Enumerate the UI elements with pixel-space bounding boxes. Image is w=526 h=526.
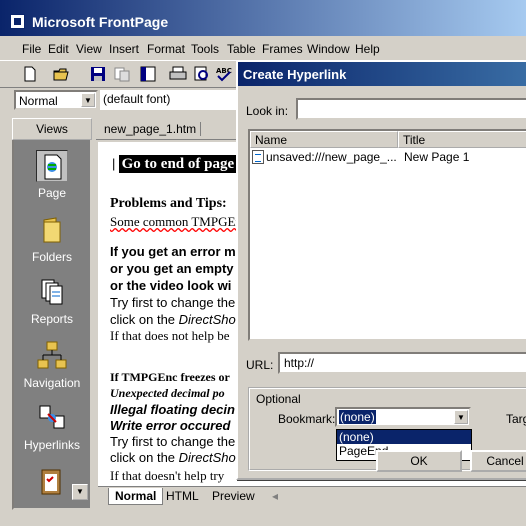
try1-line1: Try first to change the bbox=[110, 295, 236, 310]
menu-insert[interactable]: Insert bbox=[109, 42, 139, 56]
view-navigation[interactable]: Navigation bbox=[12, 340, 92, 390]
menu-tools[interactable]: Tools bbox=[191, 42, 219, 56]
bookmark-label: Bookmark: bbox=[278, 412, 336, 426]
folder-icon bbox=[36, 214, 68, 246]
ok-button[interactable]: OK bbox=[376, 450, 462, 472]
page-view-icon bbox=[36, 150, 68, 182]
view-reports-label: Reports bbox=[30, 312, 74, 326]
intro-text: Some common TMPGEnc bbox=[110, 214, 248, 230]
menu-file[interactable]: File bbox=[22, 42, 41, 56]
dialog-title: Create Hyperlink bbox=[238, 62, 526, 86]
q1-line3: or the video look wi bbox=[110, 278, 232, 293]
list-item[interactable]: unsaved:///new_page_... New Page 1 bbox=[252, 150, 469, 164]
chevron-down-icon[interactable]: ▼ bbox=[81, 93, 95, 107]
menu-format[interactable]: Format bbox=[147, 42, 185, 56]
app-title: Microsoft FrontPage bbox=[32, 14, 169, 30]
list-item-name: unsaved:///new_page_... bbox=[266, 150, 397, 164]
view-hyperlinks[interactable]: Hyperlinks bbox=[12, 402, 92, 452]
print-icon[interactable] bbox=[168, 65, 188, 83]
tab-scroll-left-icon[interactable]: ◂ bbox=[266, 488, 284, 504]
optional-label: Optional bbox=[254, 392, 303, 406]
view-hyperlinks-label: Hyperlinks bbox=[23, 438, 80, 452]
section-title: Problems and Tips: bbox=[110, 196, 227, 211]
views-header: Views bbox=[12, 118, 92, 140]
list-item-title: New Page 1 bbox=[404, 150, 470, 164]
frontpage-app-icon[interactable] bbox=[10, 14, 25, 29]
editor-filename-tab[interactable]: new_page_1.htm bbox=[100, 122, 202, 136]
try2-line1: Try first to change the bbox=[110, 434, 236, 449]
menu-edit[interactable]: Edit bbox=[48, 42, 69, 56]
try2-line2-pre: click on the bbox=[110, 450, 179, 465]
if-not-text: If that does not help be bbox=[110, 328, 230, 343]
view-page[interactable]: Page bbox=[12, 150, 92, 200]
font-combo[interactable]: (default font) bbox=[100, 90, 240, 110]
open-folder-icon[interactable] bbox=[52, 65, 72, 83]
view-folders[interactable]: Folders bbox=[12, 214, 92, 264]
try1-line2-pre: click on the bbox=[110, 312, 179, 327]
unexpected-text: Unexpected decimal po bbox=[110, 386, 225, 400]
bookmark-select[interactable]: (none) ▼ bbox=[335, 407, 471, 427]
view-navigation-label: Navigation bbox=[23, 376, 81, 390]
hyperlinks-icon bbox=[36, 402, 68, 434]
look-in-label: Look in: bbox=[246, 104, 289, 118]
menu-view[interactable]: View bbox=[76, 42, 102, 56]
freeze-text: If TMPGEnc freezes or bbox=[110, 370, 230, 384]
bookmark-select-value: (none) bbox=[339, 410, 376, 424]
style-combo-value: Normal bbox=[19, 94, 58, 108]
q1-line1: If you get an error m bbox=[110, 244, 236, 259]
views-scroll-down-button[interactable]: ▼ bbox=[72, 484, 88, 500]
menu-help[interactable]: Help bbox=[355, 42, 380, 56]
file-list[interactable]: Name Title unsaved:///new_page_... New P… bbox=[248, 129, 526, 341]
folder-list-icon[interactable] bbox=[138, 65, 158, 83]
view-page-label: Page bbox=[37, 186, 67, 200]
try2-line2: click on the DirectSho bbox=[110, 450, 236, 465]
chevron-down-icon[interactable]: ▼ bbox=[454, 410, 468, 424]
navigation-icon bbox=[36, 340, 68, 372]
menu-frames[interactable]: Frames bbox=[262, 42, 303, 56]
tab-html[interactable]: HTML bbox=[160, 488, 205, 504]
create-hyperlink-dialog: Create Hyperlink Look in: Name Title uns… bbox=[236, 60, 526, 480]
intro-text-content: Some common TMPGEnc bbox=[110, 214, 248, 229]
heading-selected[interactable]: Go to end of page bbox=[118, 155, 238, 173]
app-titlebar: Microsoft FrontPage bbox=[0, 0, 526, 36]
save-icon[interactable] bbox=[88, 65, 108, 83]
try1-line2: click on the DirectSho bbox=[110, 312, 236, 327]
cancel-button[interactable]: Cancel bbox=[470, 450, 526, 472]
heading-line: | Go to end of page bbox=[112, 155, 238, 173]
spelling-icon[interactable]: ABC bbox=[214, 65, 234, 83]
target-frame-label: Targ bbox=[506, 412, 526, 426]
menu-table[interactable]: Table bbox=[227, 42, 256, 56]
write-error-text: Write error occured bbox=[110, 418, 231, 433]
view-reports[interactable]: Reports bbox=[12, 276, 92, 326]
tasks-clipboard-icon bbox=[36, 466, 68, 498]
url-input[interactable]: http:// bbox=[278, 352, 526, 374]
column-header-title[interactable]: Title bbox=[398, 131, 526, 148]
tab-normal[interactable]: Normal bbox=[108, 488, 164, 505]
column-header-name[interactable]: Name bbox=[250, 131, 398, 148]
menu-window[interactable]: Window bbox=[307, 42, 350, 56]
new-page-icon[interactable] bbox=[20, 65, 40, 83]
view-folders-label: Folders bbox=[31, 250, 72, 264]
look-in-field[interactable] bbox=[296, 98, 526, 120]
style-combo[interactable]: Normal ▼ bbox=[14, 90, 98, 110]
q1-line2: or you get an empty bbox=[110, 261, 234, 276]
publish-icon[interactable] bbox=[112, 65, 132, 83]
url-label: URL: bbox=[246, 358, 274, 372]
tab-preview[interactable]: Preview bbox=[206, 488, 261, 504]
try1-line2-italic: DirectSho bbox=[178, 312, 236, 327]
html-page-icon bbox=[252, 150, 264, 164]
menubar: File Edit View Insert Format Tools Table… bbox=[0, 40, 526, 58]
font-combo-value: (default font) bbox=[103, 92, 171, 106]
reports-icon bbox=[36, 276, 68, 308]
try2-line2-italic: DirectSho bbox=[178, 450, 236, 465]
illegal-text: Illegal floating decin bbox=[110, 402, 235, 417]
bookmark-option-none[interactable]: (none) bbox=[337, 430, 471, 444]
print-preview-icon[interactable] bbox=[192, 65, 212, 83]
if-doesnt-text: If that doesn't help try bbox=[110, 468, 225, 483]
view-mode-tabs: Normal HTML Preview ◂ bbox=[98, 486, 526, 506]
